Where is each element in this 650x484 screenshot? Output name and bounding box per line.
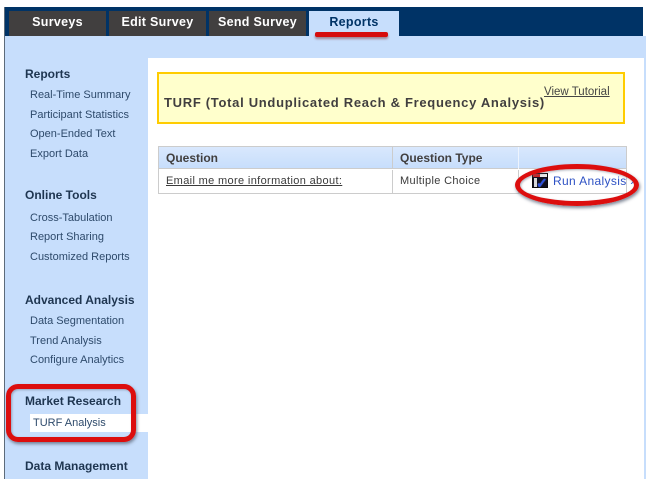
annotation-ellipse-run-analysis (515, 164, 639, 206)
row-column-divider-1 (392, 170, 393, 193)
page-title: TURF (Total Unduplicated Reach & Frequen… (164, 95, 545, 110)
header-column-divider-2 (518, 147, 519, 169)
annotation-box-market-research (6, 384, 136, 442)
annotation-underline-reports (315, 32, 388, 37)
question-link[interactable]: Email me more information about: (159, 170, 385, 193)
column-header-question: Question (159, 147, 385, 169)
page: Surveys Edit Survey Send Survey Reports … (0, 0, 650, 484)
sidebar-item-cross-tabulation[interactable]: Cross-Tabulation (30, 210, 113, 226)
sidebar-section-reports: Reports (25, 66, 70, 82)
tab-surveys[interactable]: Surveys (9, 11, 106, 36)
tab-send-survey[interactable]: Send Survey (209, 11, 306, 36)
question-type-cell: Multiple Choice (393, 170, 511, 193)
sidebar-item-data-segmentation[interactable]: Data Segmentation (30, 313, 124, 329)
sidebar-item-customized-reports[interactable]: Customized Reports (30, 249, 130, 265)
sidebar-item-trend-analysis[interactable]: Trend Analysis (30, 333, 102, 349)
view-tutorial-link[interactable]: View Tutorial (544, 86, 610, 98)
sidebar-section-online-tools: Online Tools (25, 187, 97, 203)
sidebar-item-real-time-summary[interactable]: Real-Time Summary (30, 87, 130, 103)
tab-edit-survey[interactable]: Edit Survey (109, 11, 206, 36)
sidebar-item-configure-analytics[interactable]: Configure Analytics (30, 352, 124, 368)
sidebar-section-advanced-analysis: Advanced Analysis (25, 292, 135, 308)
sidebar-item-participant-statistics[interactable]: Participant Statistics (30, 107, 129, 123)
sidebar-item-report-sharing[interactable]: Report Sharing (30, 229, 104, 245)
sidebar-item-export-data[interactable]: Export Data (30, 146, 88, 162)
column-header-question-type: Question Type (393, 147, 511, 169)
sidebar-item-open-ended-text[interactable]: Open-Ended Text (30, 126, 115, 142)
sidebar-section-data-management: Data Management (25, 458, 128, 474)
header-column-divider-1 (392, 147, 393, 169)
